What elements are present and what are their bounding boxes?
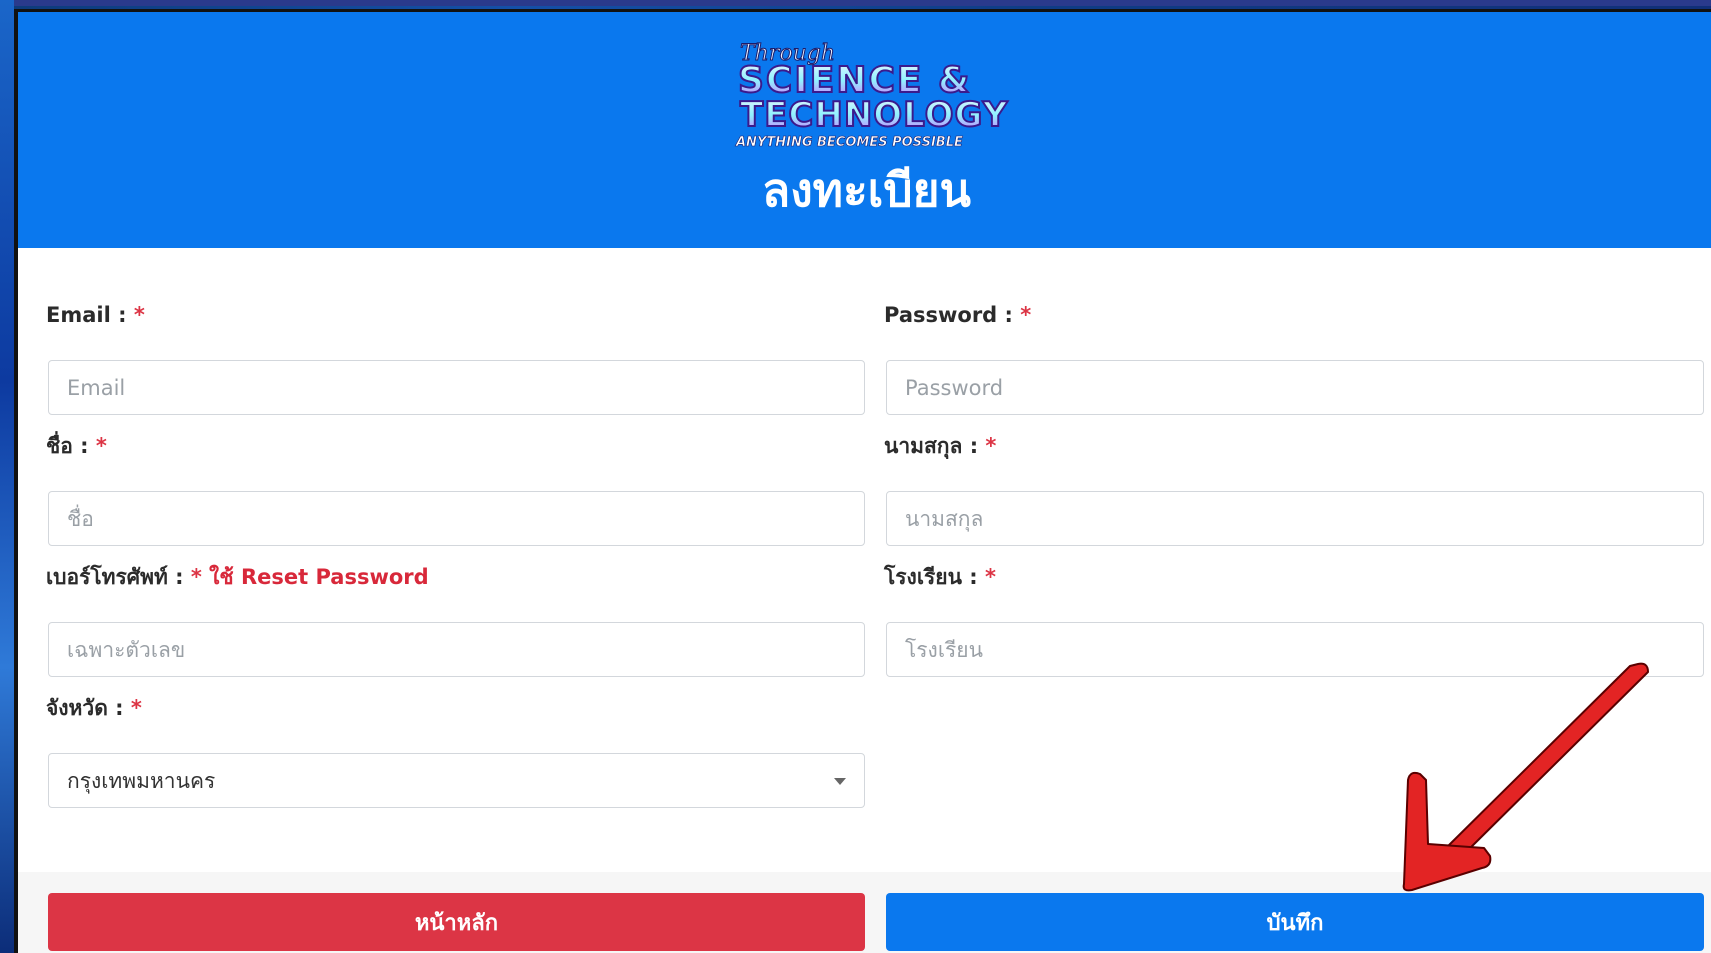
province-select[interactable]: กรุงเทพมหานคร xyxy=(48,753,865,808)
page-header: Through SCIENCE & TECHNOLOGY ANYTHING BE… xyxy=(18,12,1711,248)
phone-required-mark: * xyxy=(190,565,202,589)
password-label-text: Password : xyxy=(884,303,1013,327)
phone-label-text: เบอร์โทรศัพท์ : xyxy=(46,565,184,589)
province-label-text: จังหวัด : xyxy=(46,696,124,720)
home-button[interactable]: หน้าหลัก xyxy=(48,893,865,951)
phone-input[interactable] xyxy=(48,622,865,677)
logo-tagline-text: ANYTHING BECOMES POSSIBLE xyxy=(735,135,963,150)
save-button[interactable]: บันทึก xyxy=(886,893,1704,951)
province-selected-value: กรุงเทพมหานคร xyxy=(67,769,216,793)
chevron-down-icon xyxy=(834,778,846,785)
logo-technology-text: TECHNOLOGY xyxy=(740,95,1008,135)
school-required-mark: * xyxy=(984,565,996,589)
province-required-mark: * xyxy=(130,696,142,720)
email-required-mark: * xyxy=(133,303,145,327)
science-technology-logo: Through SCIENCE & TECHNOLOGY ANYTHING BE… xyxy=(735,41,1009,151)
email-label: Email : * xyxy=(46,301,145,329)
school-input[interactable] xyxy=(886,622,1704,677)
province-label: จังหวัด : * xyxy=(46,694,142,722)
last-name-required-mark: * xyxy=(985,434,997,458)
last-name-label-text: นามสกุล : xyxy=(884,434,979,458)
last-name-label: นามสกุล : * xyxy=(884,432,996,460)
password-required-mark: * xyxy=(1020,303,1032,327)
first-name-required-mark: * xyxy=(95,434,107,458)
annotation-arrow-icon xyxy=(1402,662,1649,892)
page-title: ลงทะเบียน xyxy=(762,163,971,217)
school-label-text: โรงเรียน : xyxy=(884,565,978,589)
first-name-label-text: ชื่อ : xyxy=(46,434,89,458)
email-label-text: Email : xyxy=(46,303,127,327)
first-name-label: ชื่อ : * xyxy=(46,432,107,460)
phone-reset-password-hint: ใช้ Reset Password xyxy=(209,565,429,589)
registration-window: Through SCIENCE & TECHNOLOGY ANYTHING BE… xyxy=(14,9,1711,953)
phone-label: เบอร์โทรศัพท์ : * ใช้ Reset Password xyxy=(46,563,429,591)
password-label: Password : * xyxy=(884,301,1031,329)
password-input[interactable] xyxy=(886,360,1704,415)
last-name-input[interactable] xyxy=(886,491,1704,546)
school-label: โรงเรียน : * xyxy=(884,563,996,591)
email-input[interactable] xyxy=(48,360,865,415)
first-name-input[interactable] xyxy=(48,491,865,546)
